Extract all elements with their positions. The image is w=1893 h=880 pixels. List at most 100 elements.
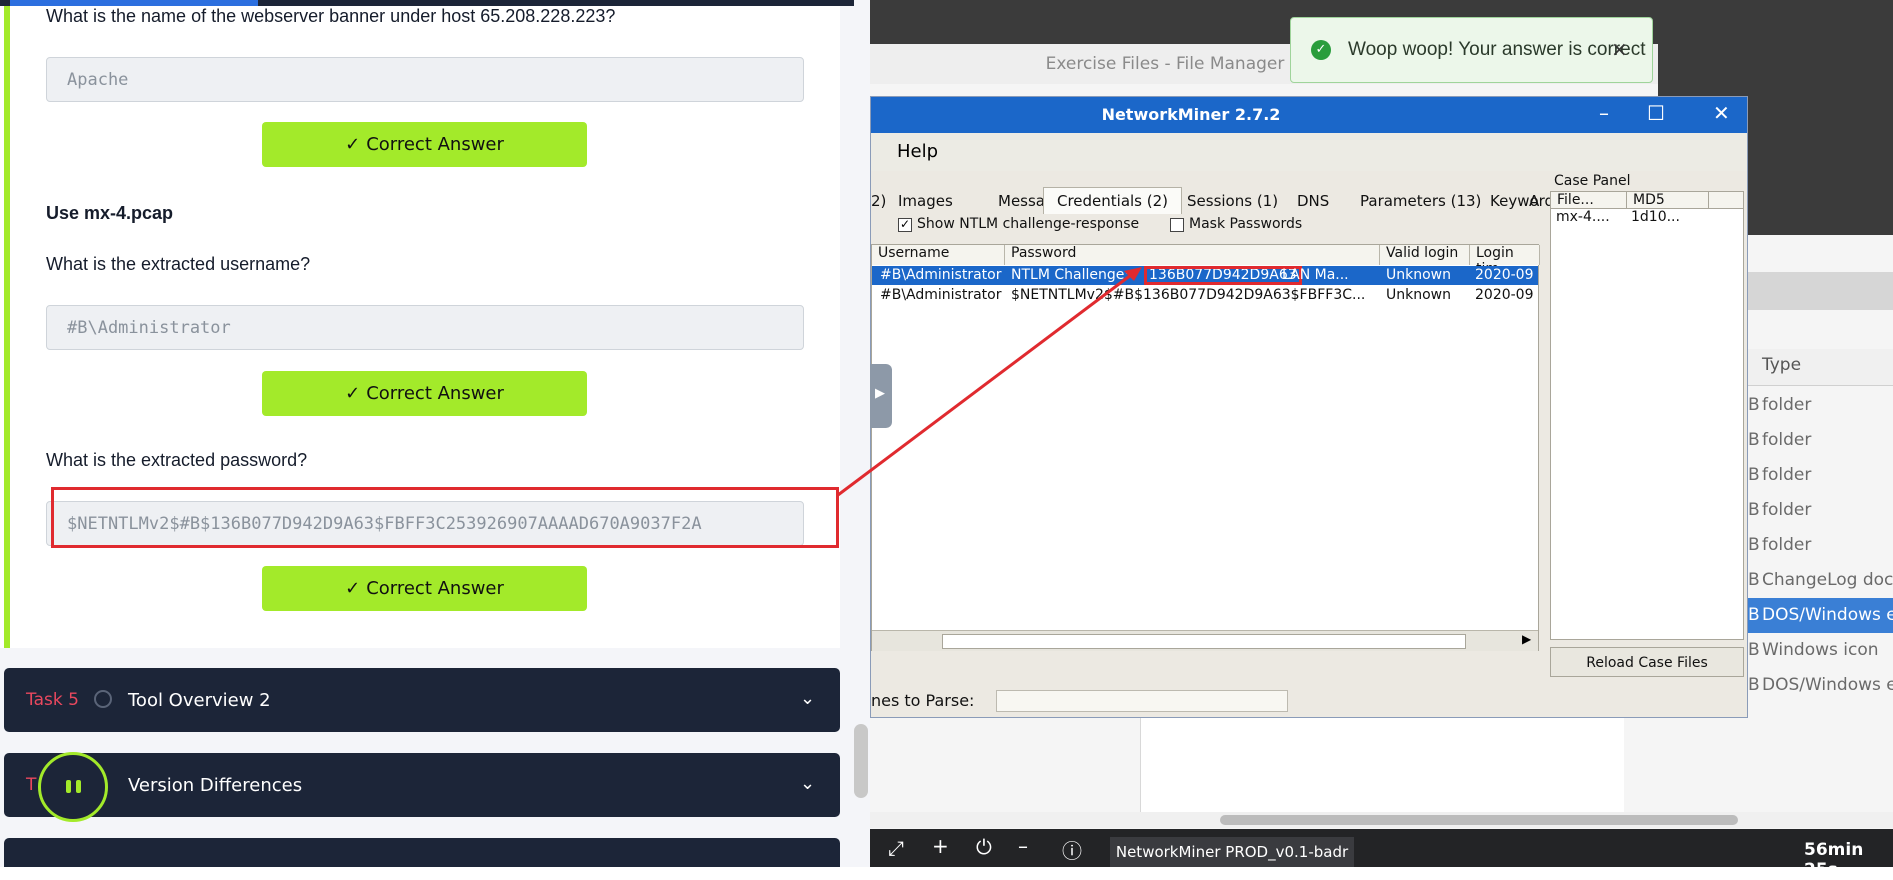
vm-desktop: Exercise Files - File Manager Type Bfold… xyxy=(870,0,1893,867)
file-size: B xyxy=(1748,465,1760,485)
file-size: B xyxy=(1748,430,1760,450)
file-type: folder xyxy=(1762,500,1812,520)
file-size: B xyxy=(1748,640,1760,660)
mask-passwords-checkbox[interactable] xyxy=(1170,218,1184,232)
tab-parameters[interactable]: Parameters (13) xyxy=(1360,192,1481,210)
file-size: B xyxy=(1748,535,1760,555)
chevron-down-icon: ⌄ xyxy=(800,688,816,709)
case-file-md5: 1d10... xyxy=(1631,209,1680,225)
tab-images[interactable]: Images xyxy=(898,192,953,210)
file-size: B xyxy=(1748,570,1760,590)
col-password[interactable]: Password xyxy=(1005,245,1380,265)
table-scroll-thumb[interactable] xyxy=(942,634,1466,649)
col-username[interactable]: Username xyxy=(872,245,1005,265)
fullscreen-icon[interactable]: ⤢ xyxy=(888,836,904,860)
section-heading: Use mx-4.pcap xyxy=(46,203,174,223)
case-panel-header: File... MD5 xyxy=(1550,191,1744,209)
file-size: B xyxy=(1748,395,1760,415)
minimize-icon[interactable]: – xyxy=(1599,101,1609,125)
pause-button[interactable] xyxy=(38,752,108,822)
correct-answer-label: Correct Answer xyxy=(366,578,504,599)
arrow-right-icon[interactable]: ▶ xyxy=(1522,632,1531,646)
correct-answer-button-1[interactable]: ✓ Correct Answer xyxy=(262,122,587,167)
col-valid-login[interactable]: Valid login xyxy=(1380,245,1470,265)
table-row[interactable]: #B\Administrator $NETNTLMv2$#B$136B077D9… xyxy=(872,286,1538,305)
col-file[interactable]: File... xyxy=(1557,192,1594,208)
task-6-bar[interactable]: T Version Differences ⌄ xyxy=(4,753,840,817)
session-timer: 56min 25s xyxy=(1804,840,1864,880)
taskbar-app-button[interactable]: NetworkMiner PROD_v0.1-badr xyxy=(1110,837,1354,867)
info-icon[interactable]: ⓘ xyxy=(1062,835,1082,864)
reload-case-files-button[interactable]: Reload Case Files xyxy=(1550,647,1744,677)
answer-1-field[interactable]: Apache xyxy=(46,57,804,102)
power-icon[interactable]: ⏻ xyxy=(976,835,992,859)
annotation-box-password xyxy=(51,487,839,548)
file-type: folder xyxy=(1762,535,1812,555)
file-type: folder xyxy=(1762,465,1812,485)
minus-icon[interactable]: – xyxy=(1018,834,1028,858)
check-icon: ✓ xyxy=(345,134,361,155)
task-number: T xyxy=(26,775,37,795)
file-type: DOS/Windows e xyxy=(1762,675,1893,695)
pause-icon xyxy=(76,780,81,793)
task-5-bar[interactable]: Task 5 Tool Overview 2 ⌄ xyxy=(4,668,840,732)
tab-sessions[interactable]: Sessions (1) xyxy=(1187,192,1278,210)
table-h-scrollbar[interactable]: ▶ xyxy=(872,630,1538,651)
tab-strip: 2) Images Messages Credentials (2) Sessi… xyxy=(871,187,1562,214)
col-login-time[interactable]: Login tim xyxy=(1470,245,1540,277)
mask-passwords-label: Mask Passwords xyxy=(1189,216,1303,232)
toast-message: Woop woop! Your answer is correct xyxy=(1348,39,1646,60)
pause-icon xyxy=(66,780,71,793)
cell-username: #B\Administrator xyxy=(880,287,1002,303)
cell-password-suffix: LAN Ma... xyxy=(1282,267,1349,283)
networkminer-titlebar: NetworkMiner 2.7.2 – ☐ ✕ xyxy=(871,97,1747,133)
side-panel-handle[interactable]: ▶ xyxy=(870,364,892,428)
maximize-icon[interactable]: ☐ xyxy=(1647,101,1665,125)
close-toast-icon[interactable]: × xyxy=(1611,37,1628,61)
cell-password-highlight: 136B077D942D9A63 xyxy=(1144,266,1302,285)
case-file-name[interactable]: mx-4.... xyxy=(1556,209,1610,225)
plus-icon[interactable]: + xyxy=(932,834,949,858)
correct-answer-button-3[interactable]: ✓ Correct Answer xyxy=(262,566,587,611)
question-3-text: What is the extracted password? xyxy=(46,450,308,470)
task-progress-bar xyxy=(4,0,10,648)
help-menu[interactable]: Help xyxy=(897,141,938,162)
credentials-table: Username Password Valid login Login tim … xyxy=(871,244,1540,651)
frames-label: nes to Parse: xyxy=(871,691,975,710)
networkminer-window: NetworkMiner 2.7.2 – ☐ ✕ Help 2) Images … xyxy=(870,96,1748,718)
col-md5[interactable]: MD5 xyxy=(1633,192,1665,208)
file-type: folder xyxy=(1762,430,1812,450)
case-panel: Case Panel File... MD5 mx-4.... 1d10... … xyxy=(1544,173,1744,693)
cell-valid: Unknown xyxy=(1386,287,1451,303)
status-circle-icon xyxy=(94,690,112,708)
h-scrollbar[interactable] xyxy=(870,812,1893,828)
file-type: DOS/Windows e xyxy=(1762,605,1893,625)
tab-more[interactable]: A xyxy=(1529,192,1539,210)
correct-answer-label: Correct Answer xyxy=(366,134,504,155)
task-title: Version Differences xyxy=(128,775,303,796)
cell-username: #B\Administrator xyxy=(880,267,1002,283)
answer-2-field[interactable]: #B\Administrator xyxy=(46,305,804,350)
file-type: Windows icon xyxy=(1762,640,1879,660)
question-2-text: What is the extracted username? xyxy=(46,254,311,274)
close-icon[interactable]: ✕ xyxy=(1713,101,1730,125)
file-pane-lower xyxy=(1140,718,1624,827)
task-number: Task 5 xyxy=(26,690,79,710)
file-type: folder xyxy=(1762,395,1812,415)
show-ntlm-checkbox[interactable]: ✓ xyxy=(898,218,912,232)
scrollbar-thumb[interactable] xyxy=(854,724,868,798)
correct-answer-label: Correct Answer xyxy=(366,383,504,404)
frames-progress-bar xyxy=(996,690,1288,712)
vm-taskbar: ⤢ + ⏻ – ⓘ xyxy=(870,829,1893,867)
tab-credentials[interactable]: Credentials (2) xyxy=(1043,187,1182,214)
show-ntlm-label: Show NTLM challenge-response xyxy=(917,216,1140,232)
file-size: B xyxy=(1748,675,1760,695)
h-scrollbar-thumb[interactable] xyxy=(1220,815,1738,825)
tab-dns[interactable]: DNS xyxy=(1297,192,1329,210)
task-7-bar[interactable] xyxy=(4,838,840,867)
tab-hosts[interactable]: 2) xyxy=(871,192,886,210)
type-column-header: Type xyxy=(1762,355,1802,375)
correct-answer-button-2[interactable]: ✓ Correct Answer xyxy=(262,371,587,416)
table-row[interactable]: #B\Administrator NTLM Challenge: 136B077… xyxy=(872,266,1538,285)
cell-password: $NETNTLMv2$#B$136B077D942D9A63$FBFF3C... xyxy=(1011,287,1366,303)
